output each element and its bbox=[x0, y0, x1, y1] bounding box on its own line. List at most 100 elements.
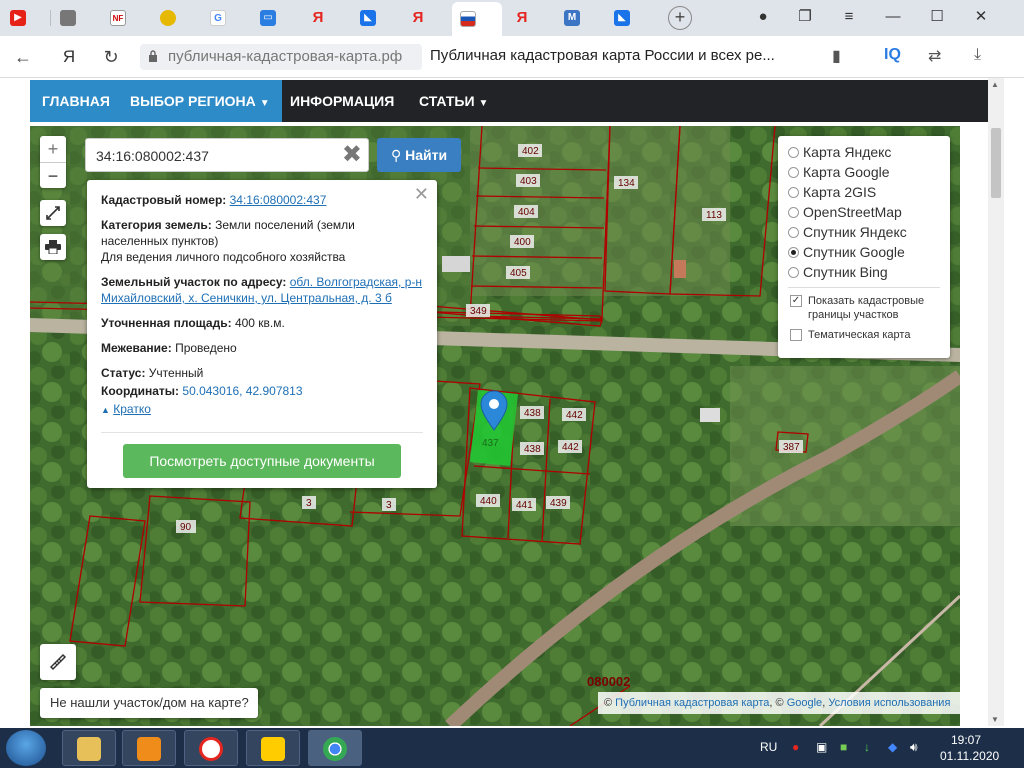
parcel-label: 439 bbox=[550, 498, 567, 509]
new-tab-button[interactable]: + bbox=[668, 6, 692, 30]
scroll-down-icon[interactable]: ▼ bbox=[991, 715, 999, 724]
menu-icon[interactable]: ≡ bbox=[836, 6, 862, 28]
system-clock[interactable]: 19:07 01.11.2020 bbox=[940, 732, 999, 764]
shield-icon[interactable]: ◆ bbox=[888, 740, 897, 754]
page-scrollbar[interactable]: ▲ ▼ bbox=[988, 78, 1004, 726]
attribution-pkk-link[interactable]: Публичная кадастровая карта bbox=[615, 697, 769, 709]
view-documents-button[interactable]: Посмотреть доступные документы bbox=[123, 444, 401, 478]
download-tray-icon[interactable]: ↓ bbox=[864, 740, 870, 754]
cadastral-number-link[interactable]: 34:16:080002:437 bbox=[230, 193, 327, 207]
zoom-in-button[interactable]: + bbox=[40, 136, 66, 162]
cadastral-block-label: 080002 bbox=[587, 674, 631, 689]
maximize-icon[interactable]: ☐ bbox=[924, 6, 950, 28]
find-button-label: Найти bbox=[405, 147, 448, 163]
parcel-label: 403 bbox=[520, 176, 537, 187]
layer-option-label: Спутник Google bbox=[803, 244, 905, 260]
nav-information[interactable]: ИНФОРМАЦИЯ bbox=[278, 80, 406, 122]
yandex-icon: Я bbox=[312, 9, 324, 26]
collections-icon[interactable]: ❐ bbox=[792, 6, 818, 28]
parcel-label: 3 bbox=[306, 498, 312, 509]
browser-tab-yandex-3[interactable]: Я bbox=[506, 4, 552, 32]
cadastral-search-input[interactable]: 34:16:080002:437 ✖ bbox=[85, 138, 369, 172]
coordinates-value[interactable]: 50.043016, 42.907813 bbox=[182, 384, 302, 398]
clear-search-icon[interactable]: ✖ bbox=[342, 143, 362, 167]
nav-region-select[interactable]: ВЫБОР РЕГИОНА ▼ bbox=[118, 80, 282, 122]
bookmark-icon[interactable]: ▮ bbox=[832, 46, 841, 66]
url-field[interactable]: публичная-кадастровая-карта.рф bbox=[140, 44, 422, 70]
search-icon: ⚲ bbox=[390, 147, 402, 163]
start-button[interactable] bbox=[6, 730, 46, 766]
status-row: Статус: Учтенный bbox=[101, 365, 423, 381]
browser-tab-google[interactable]: G bbox=[202, 4, 248, 32]
taskbar-media-player[interactable] bbox=[122, 730, 176, 766]
parcel-label: 442 bbox=[566, 410, 583, 421]
taskbar-explorer[interactable] bbox=[62, 730, 116, 766]
reload-icon[interactable]: ↻ bbox=[100, 46, 122, 68]
layer-option[interactable]: OpenStreetMap bbox=[788, 202, 940, 222]
brief-link[interactable]: Кратко bbox=[113, 402, 151, 416]
browser-tab-nf[interactable]: NF bbox=[102, 4, 148, 32]
browser-tab-yandex-2[interactable]: Я bbox=[402, 4, 448, 32]
iq-extension-icon[interactable]: IQ bbox=[884, 46, 901, 64]
coordinates-row: Координаты: 50.043016, 42.907813 bbox=[101, 383, 423, 399]
parcel-label: 387 bbox=[783, 442, 800, 453]
download-icon[interactable]: ⤓ bbox=[974, 46, 981, 64]
nvidia-icon[interactable]: ■ bbox=[840, 740, 847, 754]
map-layers-panel: Карта Яндекс Карта Google Карта 2GIS Ope… bbox=[778, 136, 950, 358]
not-found-parcel-link[interactable]: Не нашли участок/дом на карте? bbox=[40, 688, 258, 718]
nav-articles-label: СТАТЬИ bbox=[419, 93, 475, 109]
parcel-label: 3 bbox=[386, 500, 392, 511]
layer-option[interactable]: Карта 2GIS bbox=[788, 182, 940, 202]
translate-icon[interactable]: ⇄ bbox=[928, 46, 941, 66]
zoom-out-button[interactable]: − bbox=[40, 162, 66, 188]
browser-tab-yandex[interactable]: Я bbox=[302, 4, 348, 32]
fullscreen-button[interactable] bbox=[40, 200, 66, 226]
tray-icon[interactable]: ▣ bbox=[816, 740, 827, 754]
site-icon: ◣ bbox=[614, 10, 630, 26]
minimize-icon[interactable]: — bbox=[880, 6, 906, 28]
taskbar-yandex-browser[interactable] bbox=[184, 730, 238, 766]
nav-articles[interactable]: СТАТЬИ ▼ bbox=[407, 80, 500, 122]
cadastral-map[interactable]: 402 403 404 400 405 134 113 349 438 442 … bbox=[30, 126, 960, 726]
scrollbar-thumb[interactable] bbox=[991, 128, 1001, 198]
ruler-button[interactable] bbox=[40, 644, 76, 680]
profile-icon[interactable]: ● bbox=[750, 6, 776, 28]
land-category-label: Категория земель: bbox=[101, 218, 212, 232]
browser-tab-m[interactable]: M bbox=[556, 4, 602, 32]
back-arrow-icon[interactable]: ← bbox=[12, 46, 34, 68]
browser-tab-2[interactable] bbox=[52, 4, 98, 32]
layer-option[interactable]: Карта Яндекс bbox=[788, 142, 940, 162]
russia-flag-icon bbox=[460, 11, 476, 27]
taskbar-chrome[interactable] bbox=[308, 730, 362, 766]
layer-option[interactable]: Спутник Яндекс bbox=[788, 222, 940, 242]
browser-tab-4[interactable] bbox=[152, 4, 198, 32]
browser-tab-youtube[interactable]: ▶ bbox=[2, 4, 48, 32]
language-indicator[interactable]: RU bbox=[760, 740, 777, 754]
layer-option-selected[interactable]: Спутник Google bbox=[788, 242, 940, 262]
attribution-terms-link[interactable]: Условия использования bbox=[828, 697, 950, 709]
browser-tab-active[interactable] bbox=[452, 2, 502, 36]
print-button[interactable] bbox=[40, 234, 66, 260]
browser-tab-8[interactable]: ◣ bbox=[352, 4, 398, 32]
brief-toggle[interactable]: ▲ Кратко bbox=[101, 401, 423, 418]
show-borders-label: Показать кадастровые границы участков bbox=[808, 295, 925, 321]
yandex-home-icon[interactable]: Я bbox=[58, 46, 80, 68]
layer-option[interactable]: Спутник Bing bbox=[788, 262, 940, 282]
attribution-google-link[interactable]: Google bbox=[787, 697, 822, 709]
find-button[interactable]: ⚲ Найти bbox=[377, 138, 461, 172]
nav-region-label: ВЫБОР РЕГИОНА bbox=[130, 93, 256, 109]
coordinates-label: Координаты: bbox=[101, 384, 180, 398]
thematic-map-checkbox[interactable]: Тематическая карта bbox=[788, 328, 940, 342]
layer-option[interactable]: Карта Google bbox=[788, 162, 940, 182]
taskbar-yandex[interactable] bbox=[246, 730, 300, 766]
close-window-icon[interactable]: ✕ bbox=[968, 6, 994, 28]
scroll-up-icon[interactable]: ▲ bbox=[991, 80, 999, 89]
yandex-tray-icon[interactable]: ● bbox=[792, 740, 799, 754]
close-popup-icon[interactable]: ✕ bbox=[414, 185, 429, 203]
nav-home[interactable]: ГЛАВНАЯ bbox=[30, 80, 122, 122]
show-borders-checkbox[interactable]: ✓ Показать кадастровые границы участков bbox=[788, 294, 940, 322]
radio-icon bbox=[788, 266, 799, 278]
browser-tab-13[interactable]: ◣ bbox=[606, 4, 652, 32]
browser-tab-chat[interactable]: ▭ bbox=[252, 4, 298, 32]
volume-icon[interactable]: 🔊︎ bbox=[910, 740, 918, 755]
